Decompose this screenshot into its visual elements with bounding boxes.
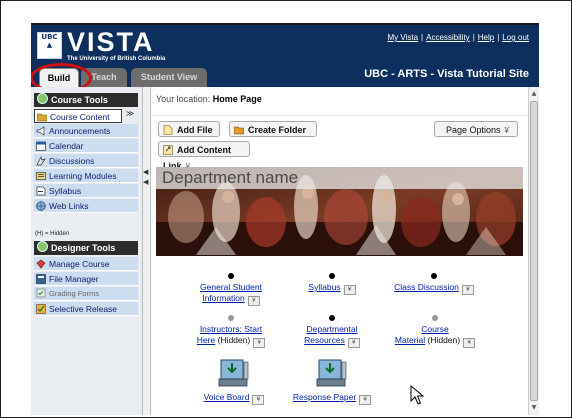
tool-item-voice-board[interactable]: Voice Board ¥ xyxy=(196,357,272,405)
sidebar-item-grading-forms[interactable]: Grading Forms xyxy=(34,287,138,301)
sidebar-item-discussions[interactable]: Discussions xyxy=(34,154,138,168)
collapse-arrow-icon[interactable]: ◀ xyxy=(143,169,150,176)
selective-release-icon xyxy=(36,304,46,314)
ubc-logo-text: UBC xyxy=(41,33,58,41)
sidebar-item-web-links[interactable]: Web Links xyxy=(34,199,138,213)
sidebar-item-announcements[interactable]: Announcements xyxy=(34,124,138,138)
status-dot xyxy=(329,315,335,321)
sidebar-item-learning-modules[interactable]: Learning Modules xyxy=(34,169,138,183)
add-content-link-icon xyxy=(163,144,173,155)
page-options-button[interactable]: Page Options ¥ xyxy=(434,121,518,137)
content-item-syllabus[interactable]: Syllabus ¥ xyxy=(294,273,370,295)
department-banner: Department name xyxy=(156,167,523,256)
status-dot xyxy=(432,315,438,321)
course-title: UBC - ARTS - Vista Tutorial Site xyxy=(364,68,529,80)
hidden-legend: (H) = Hidden xyxy=(35,231,70,237)
status-dot xyxy=(228,273,234,279)
vista-brand: VISTA xyxy=(67,27,155,57)
hidden-tag: (Hidden) xyxy=(217,335,251,345)
create-folder-icon xyxy=(233,124,245,135)
sidebar-collapse-handle[interactable]: ◀ ◀ xyxy=(142,87,151,415)
expand-menu-icon[interactable]: ≫ xyxy=(124,108,136,120)
item-menu-icon[interactable]: ¥ xyxy=(247,296,260,306)
scrollbar-thumb[interactable] xyxy=(530,101,538,401)
hidden-tag: (Hidden) xyxy=(427,335,461,345)
course-tools-header[interactable]: Course Tools xyxy=(34,93,138,107)
grading-forms-icon xyxy=(36,288,46,298)
logout-link[interactable]: Log out xyxy=(502,33,529,42)
megaphone-icon xyxy=(36,126,46,136)
university-name: The University of British Columbia xyxy=(67,56,166,62)
manage-course-icon xyxy=(36,259,46,269)
discussion-icon xyxy=(36,156,46,166)
sidebar-item-course-content[interactable]: Course Content xyxy=(34,109,122,123)
status-dot xyxy=(431,273,437,279)
syllabus-icon xyxy=(36,186,46,196)
accessibility-link[interactable]: Accessibility xyxy=(426,33,470,42)
content-item-general-student-information[interactable]: General Student Information ¥ xyxy=(188,273,274,306)
breadcrumb: Your location: Home Page xyxy=(156,94,262,104)
collapse-arrow-icon[interactable]: ◀ xyxy=(143,179,150,186)
item-menu-icon[interactable]: ¥ xyxy=(252,395,265,405)
tool-item-response-paper[interactable]: Response Paper ¥ xyxy=(288,357,376,405)
left-sidebar: Course Tools Course Content ≫ Announceme… xyxy=(31,87,142,415)
sidebar-item-file-manager[interactable]: File Manager xyxy=(34,272,138,286)
web-links-icon xyxy=(36,201,46,211)
content-item-course-material[interactable]: Course Material (Hidden) ¥ xyxy=(386,315,484,348)
breadcrumb-current: Home Page xyxy=(212,94,262,104)
scroll-up-icon[interactable]: ▲ xyxy=(530,89,538,99)
mouse-pointer-icon xyxy=(410,385,424,405)
content-item-link[interactable]: Class Discussion xyxy=(394,282,459,292)
folder-icon xyxy=(36,112,48,122)
calendar-icon xyxy=(36,141,46,151)
voice-board-icon xyxy=(218,358,250,388)
content-item-link[interactable]: Response Paper xyxy=(293,392,356,402)
vertical-scrollbar[interactable]: ▲ ▼ xyxy=(528,87,539,415)
banner-title: Department name xyxy=(156,167,523,189)
scroll-down-icon[interactable]: ▼ xyxy=(530,403,538,413)
designer-tools-header[interactable]: Designer Tools xyxy=(34,241,138,255)
response-paper-icon xyxy=(316,358,348,388)
content-item-departmental-resources[interactable]: Departmental Resources ¥ xyxy=(290,315,374,348)
status-dot xyxy=(228,315,234,321)
header-bar: UBC ▲ VISTA The University of British Co… xyxy=(31,25,539,93)
sidebar-item-manage-course[interactable]: Manage Course xyxy=(34,257,138,271)
collapse-pane-icon[interactable] xyxy=(37,93,48,104)
item-menu-icon[interactable]: ¥ xyxy=(347,338,360,348)
add-content-link-button[interactable]: Add Content Link¥ xyxy=(158,141,250,171)
item-menu-icon[interactable]: ¥ xyxy=(463,338,476,348)
item-menu-icon[interactable]: ¥ xyxy=(253,338,266,348)
add-file-icon xyxy=(163,124,173,135)
main-content: Your location: Home Page Add File¥ Creat… xyxy=(152,87,528,415)
file-manager-icon xyxy=(36,274,46,284)
create-folder-button[interactable]: Create Folder xyxy=(229,121,317,137)
item-menu-icon[interactable]: ¥ xyxy=(359,395,372,405)
sidebar-item-calendar[interactable]: Calendar xyxy=(34,139,138,153)
dropdown-icon: ¥ xyxy=(504,126,509,135)
item-menu-icon[interactable]: ¥ xyxy=(343,285,356,295)
content-item-link[interactable]: Voice Board xyxy=(204,392,250,402)
add-file-button[interactable]: Add File¥ xyxy=(158,121,220,151)
content-item-instructors-start-here[interactable]: Instructors: Start Here (Hidden) ¥ xyxy=(186,315,276,348)
vista-app-window: UBC ▲ VISTA The University of British Co… xyxy=(31,23,539,415)
help-link[interactable]: Help xyxy=(478,33,494,42)
ubc-logo: UBC ▲ xyxy=(37,32,62,59)
status-dot xyxy=(329,273,335,279)
sidebar-item-selective-release[interactable]: Selective Release xyxy=(34,302,138,316)
sidebar-item-syllabus[interactable]: Syllabus xyxy=(34,184,138,198)
content-item-class-discussion[interactable]: Class Discussion ¥ xyxy=(386,273,482,295)
my-vista-link[interactable]: My Vista xyxy=(388,33,419,42)
tab-student-view[interactable]: Student View xyxy=(131,68,207,87)
item-menu-icon[interactable]: ¥ xyxy=(461,285,474,295)
modules-icon xyxy=(36,171,46,181)
content-item-link[interactable]: Syllabus xyxy=(308,282,340,292)
collapse-pane-icon[interactable] xyxy=(37,241,48,252)
top-links: My Vista | Accessibility | Help | Log out xyxy=(387,33,530,42)
